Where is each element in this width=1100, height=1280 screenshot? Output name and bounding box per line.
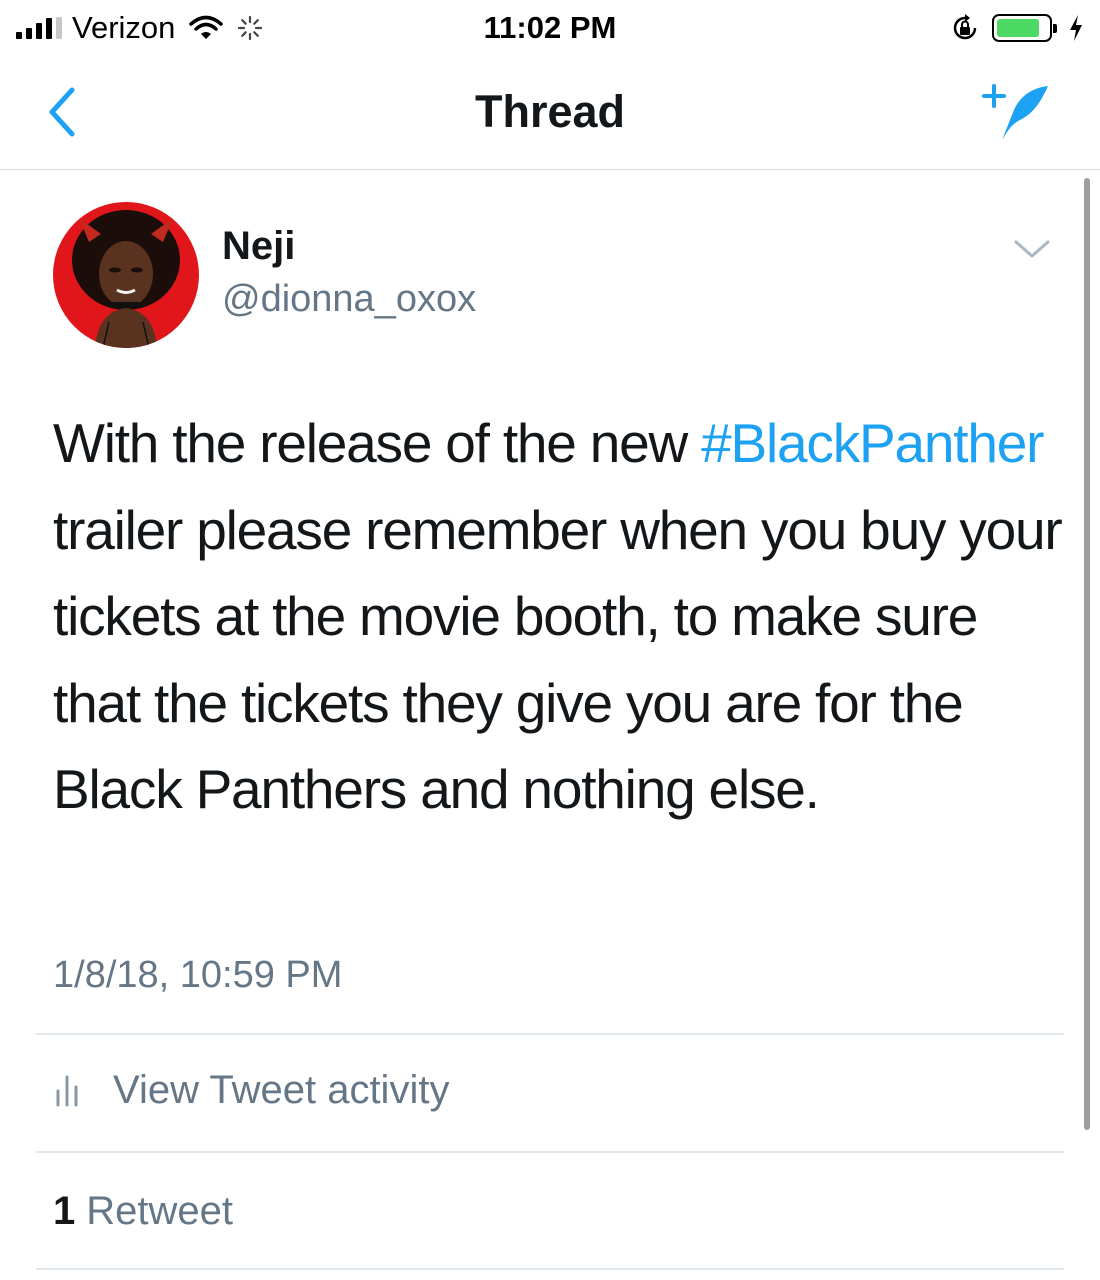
tweet-options-button[interactable] [1012,232,1052,266]
compose-tweet-icon [982,84,1048,140]
chevron-down-icon [1014,240,1050,258]
status-time: 11:02 PM [483,10,617,45]
avatar-image [53,202,199,348]
retweet-label: Retweet [86,1188,233,1233]
divider [36,1268,1064,1270]
author-handle[interactable]: @dionna_oxox [222,276,476,322]
tweet-timestamp: 1/8/18, 10:59 PM [53,954,343,996]
tweet-text: With the release of the new #BlackPanthe… [53,400,1063,833]
compose-tweet-button[interactable] [980,80,1052,144]
divider [36,1033,1064,1035]
view-tweet-activity-button[interactable]: View Tweet activity [53,1064,449,1116]
rotation-lock-icon [953,14,977,40]
nav-bar: Thread [0,56,1100,170]
screen: Verizon 11:02 PM Thread Neji @dionna_oxo… [0,0,1100,1280]
charging-bolt-icon [1070,15,1082,41]
status-bar: Verizon 11:02 PM [0,0,1100,56]
page-title: Thread [474,86,626,137]
bar-chart-icon [56,1075,78,1107]
avatar[interactable] [53,202,199,348]
author-name[interactable]: Neji [222,222,295,270]
tweet-text-start: With the release of the new [53,412,702,474]
divider [36,1151,1064,1153]
battery-fill [997,19,1039,37]
status-right [950,8,1084,48]
retweets-count-link[interactable]: 1 Retweet [53,1186,233,1236]
battery-icon [992,14,1057,42]
view-tweet-activity-label: View Tweet activity [113,1068,450,1112]
hashtag-link[interactable]: #BlackPanther [701,412,1044,474]
scroll-indicator[interactable] [1084,178,1090,1130]
tweet-text-end: trailer please remember when you buy you… [53,498,1063,821]
retweet-count: 1 [53,1188,76,1233]
